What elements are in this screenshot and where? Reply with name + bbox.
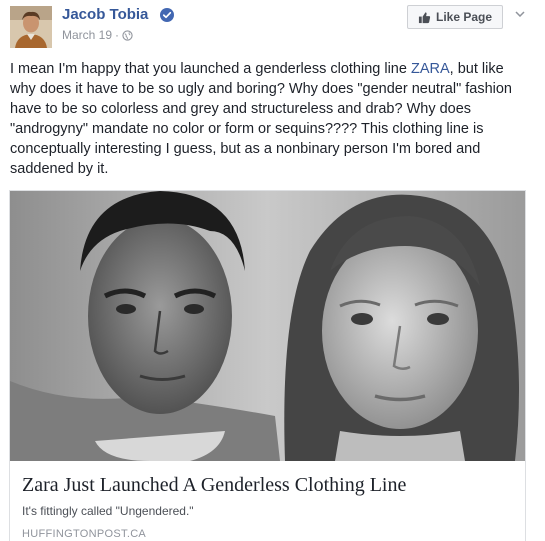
like-page-label: Like Page [435, 10, 493, 24]
avatar[interactable] [10, 6, 52, 48]
post-date[interactable]: March 19 [62, 27, 112, 43]
post-text-part-1: I mean I'm happy that you launched a gen… [10, 61, 411, 77]
post-text: I mean I'm happy that you launched a gen… [10, 59, 530, 179]
zara-link[interactable]: ZARA [411, 61, 450, 77]
link-preview-subtitle: It's fittingly called "Ungendered." [22, 504, 194, 518]
thumbs-up-icon [418, 11, 431, 23]
link-preview-title[interactable]: Zara Just Launched A Genderless Clothing… [22, 473, 406, 497]
chevron-down-icon [515, 11, 525, 17]
post-meta: March 19 · [62, 27, 133, 43]
globe-icon [122, 29, 133, 41]
link-preview-card[interactable]: Zara Just Launched A Genderless Clothing… [9, 190, 526, 541]
verified-badge-icon [160, 8, 174, 22]
link-preview-image[interactable] [10, 191, 525, 461]
post-options-button[interactable] [511, 6, 529, 22]
post-text-part-2: , but like why does it have to be so ugl… [10, 61, 512, 177]
link-preview-domain: HUFFINGTONPOST.CA [22, 528, 147, 540]
meta-separator: · [115, 28, 120, 42]
author-name[interactable]: Jacob Tobia [62, 6, 148, 24]
like-page-button[interactable]: Like Page [407, 5, 503, 29]
facebook-post: Jacob Tobia March 19 · Like Page I mean … [0, 0, 545, 541]
